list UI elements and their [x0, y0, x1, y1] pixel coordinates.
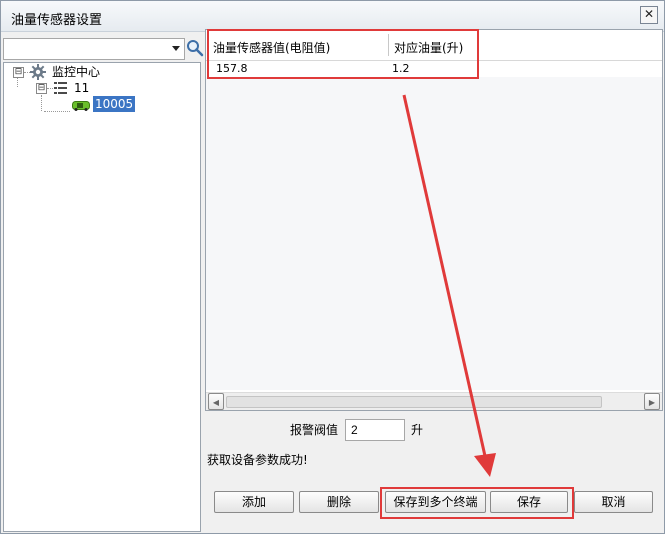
- search-icon[interactable]: [186, 39, 204, 57]
- alarm-threshold-label: 报警阀值: [290, 423, 339, 437]
- table-empty-area: [206, 77, 662, 390]
- collapse-icon[interactable]: ⊟: [13, 67, 24, 78]
- tree-node-vehicle[interactable]: 10005: [4, 96, 200, 112]
- tree-node-group[interactable]: ⊟ 11: [4, 80, 200, 96]
- table-header: 油量传感器值(电阻值) 对应油量(升): [206, 30, 662, 61]
- vehicle-search-combo[interactable]: [3, 38, 185, 60]
- tree-node-label-selected: 10005: [93, 96, 136, 112]
- device-tree-panel: ⊟ 监控中心 ⊟ 11 10005: [3, 38, 204, 532]
- column-header-oil-volume[interactable]: 对应油量(升): [394, 39, 463, 56]
- scroll-right-icon[interactable]: ▶: [644, 393, 660, 410]
- tree-node-label: 监控中心: [52, 65, 101, 79]
- table-row[interactable]: 157.8 1.2: [206, 61, 662, 77]
- tree-node-label: 11: [74, 81, 90, 95]
- title-bar: 油量传感器设置 ✕: [1, 1, 664, 32]
- alarm-threshold-input[interactable]: [345, 419, 405, 441]
- status-message: 获取设备参数成功!: [207, 453, 308, 467]
- chevron-down-icon[interactable]: [172, 46, 180, 51]
- save-to-multiple-terminals-button[interactable]: 保存到多个终端: [385, 491, 486, 513]
- column-divider[interactable]: [388, 34, 389, 56]
- device-tree[interactable]: ⊟ 监控中心 ⊟ 11 10005: [3, 62, 201, 532]
- table-cell: 1.2: [392, 62, 410, 75]
- vehicle-icon: [72, 99, 90, 115]
- save-button[interactable]: 保存: [490, 491, 568, 513]
- cancel-button[interactable]: 取消: [574, 491, 653, 513]
- dialog-title: 油量传感器设置: [11, 13, 103, 28]
- oil-sensor-settings-dialog: 油量传感器设置 ✕ ⊟ 监控中心 ⊟ 11 10005 油量传感器值(电阻值) …: [0, 0, 665, 534]
- sensor-calibration-table[interactable]: 油量传感器值(电阻值) 对应油量(升) 157.8 1.2 ◀ ▶: [205, 29, 663, 411]
- collapse-icon[interactable]: ⊟: [36, 83, 47, 94]
- alarm-threshold-unit: 升: [411, 423, 424, 437]
- scrollbar-thumb[interactable]: [226, 396, 602, 408]
- scroll-left-icon[interactable]: ◀: [208, 393, 224, 410]
- delete-button[interactable]: 删除: [299, 491, 379, 513]
- table-cell: 157.8: [216, 62, 248, 75]
- tree-node-monitor-center[interactable]: ⊟ 监控中心: [4, 64, 200, 80]
- horizontal-scrollbar[interactable]: ◀ ▶: [206, 392, 662, 410]
- add-button[interactable]: 添加: [214, 491, 294, 513]
- close-button[interactable]: ✕: [640, 6, 658, 24]
- column-header-sensor-value[interactable]: 油量传感器值(电阻值): [213, 39, 330, 56]
